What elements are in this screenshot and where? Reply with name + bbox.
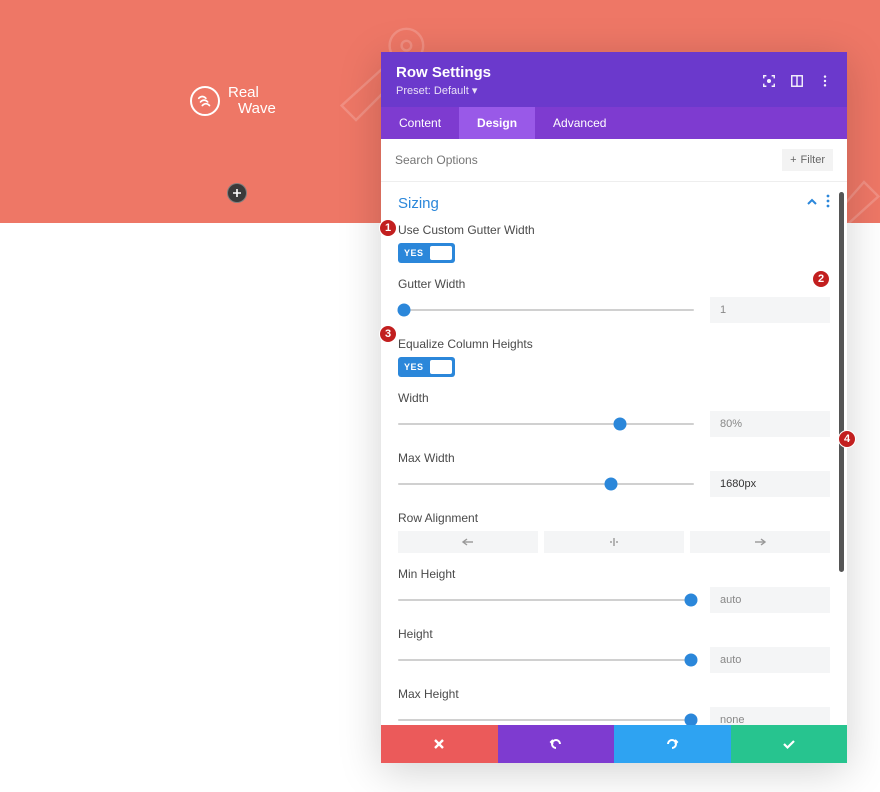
preset-dropdown[interactable]: Preset: Default ▾ (396, 84, 491, 97)
width-input[interactable] (710, 411, 830, 437)
max-width-slider[interactable] (398, 474, 694, 494)
options-scroll-area[interactable]: Sizing Use Custom Gutter Width YES Gutte… (381, 182, 847, 725)
redo-button[interactable] (614, 725, 731, 763)
tab-bar: Content Design Advanced (381, 107, 847, 139)
more-icon[interactable] (818, 74, 832, 88)
min-height-input[interactable] (710, 587, 830, 613)
tab-design[interactable]: Design (459, 107, 535, 139)
width-label: Width (398, 391, 830, 405)
filter-row: + Filter (381, 139, 847, 182)
align-left-button[interactable] (398, 531, 538, 553)
min-height-slider[interactable] (398, 590, 694, 610)
gutter-width-input[interactable] (710, 297, 830, 323)
collapse-icon[interactable] (806, 195, 818, 213)
plus-icon: + (790, 154, 796, 166)
annotation-badge-4: 4 (838, 430, 856, 448)
gutter-width-slider[interactable] (398, 300, 694, 320)
max-height-slider[interactable] (398, 710, 694, 725)
add-section-button[interactable] (227, 183, 247, 203)
logo-text-bottom: Wave (238, 101, 276, 117)
tab-advanced[interactable]: Advanced (535, 107, 624, 139)
width-slider[interactable] (398, 414, 694, 434)
min-height-label: Min Height (398, 567, 830, 581)
max-height-label: Max Height (398, 687, 830, 701)
equalize-label: Equalize Column Heights (398, 337, 830, 351)
height-slider[interactable] (398, 650, 694, 670)
max-width-label: Max Width (398, 451, 830, 465)
search-input[interactable] (395, 153, 702, 167)
toggle-knob (430, 246, 452, 260)
annotation-badge-3: 3 (379, 325, 397, 343)
undo-button[interactable] (498, 725, 615, 763)
tab-content[interactable]: Content (381, 107, 459, 139)
row-align-label: Row Alignment (398, 511, 830, 525)
max-height-input[interactable] (710, 707, 830, 725)
settings-panel: Row Settings Preset: Default ▾ Content D… (381, 52, 847, 763)
panel-title: Row Settings (396, 64, 491, 81)
scrollbar[interactable] (839, 192, 844, 572)
logo: Real Wave (190, 85, 276, 117)
save-button[interactable] (731, 725, 848, 763)
focus-icon[interactable] (762, 74, 776, 88)
gutter-width-label: Gutter Width (398, 277, 830, 291)
toggle-knob (430, 360, 452, 374)
panel-header: Row Settings Preset: Default ▾ (381, 52, 847, 107)
custom-gutter-toggle[interactable]: YES (398, 243, 455, 263)
sizing-section-title[interactable]: Sizing (398, 195, 439, 212)
filter-button[interactable]: + Filter (782, 149, 833, 171)
annotation-badge-1: 1 (379, 219, 397, 237)
footer-bar (381, 725, 847, 763)
annotation-badge-2: 2 (812, 270, 830, 288)
equalize-toggle[interactable]: YES (398, 357, 455, 377)
height-input[interactable] (710, 647, 830, 673)
logo-wave-icon (190, 86, 220, 116)
logo-text-top: Real (228, 85, 276, 101)
align-right-button[interactable] (690, 531, 830, 553)
chevron-down-icon: ▾ (472, 85, 478, 97)
layout-icon[interactable] (790, 74, 804, 88)
cancel-button[interactable] (381, 725, 498, 763)
height-label: Height (398, 627, 830, 641)
align-center-button[interactable] (544, 531, 684, 553)
max-width-input[interactable] (710, 471, 830, 497)
section-more-icon[interactable] (826, 194, 830, 213)
custom-gutter-label: Use Custom Gutter Width (398, 223, 830, 237)
